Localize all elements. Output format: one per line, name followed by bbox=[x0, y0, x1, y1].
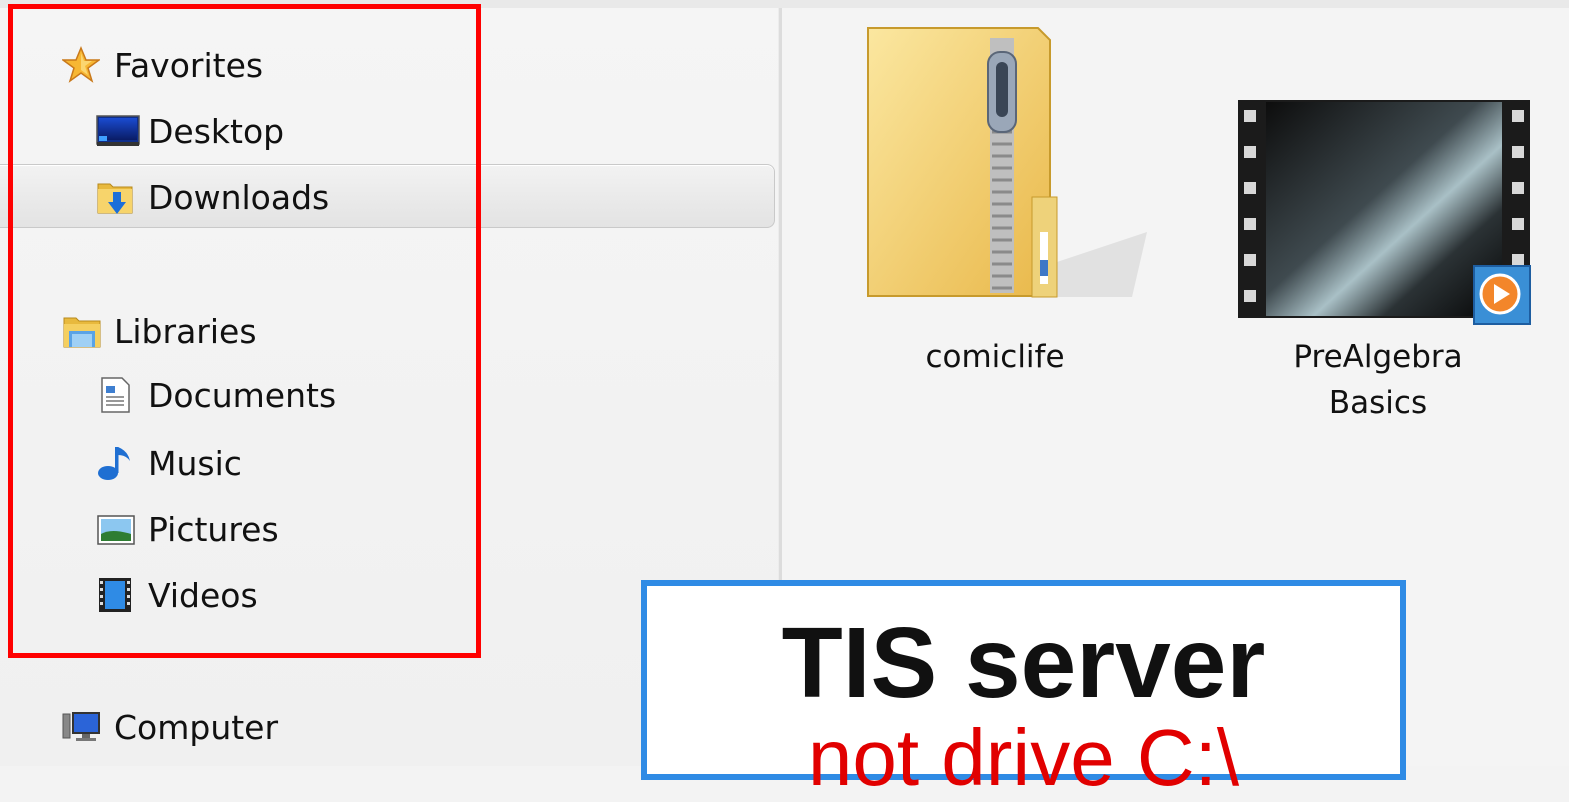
callout-subtitle: not drive C:\ bbox=[807, 713, 1240, 802]
highlight-box bbox=[8, 4, 481, 658]
file-prealgebra-basics-label-line2: Basics bbox=[1328, 385, 1428, 421]
video-thumbnail-icon bbox=[1238, 100, 1531, 325]
nav-computer-label: Computer bbox=[114, 707, 279, 747]
file-prealgebra-basics[interactable] bbox=[1238, 100, 1533, 330]
file-comiclife[interactable] bbox=[862, 22, 1147, 302]
file-comiclife-label: comiclife bbox=[925, 339, 1065, 375]
computer-icon bbox=[62, 708, 100, 746]
zip-folder-icon bbox=[867, 27, 1147, 298]
callout-box: TIS server not drive C:\ bbox=[641, 580, 1406, 798]
callout-title: TIS server bbox=[781, 607, 1266, 719]
file-prealgebra-basics-label-line1: PreAlgebra bbox=[1293, 339, 1463, 375]
nav-computer[interactable]: Computer bbox=[62, 696, 278, 758]
file-prealgebra-basics-label: PreAlgebra Basics bbox=[1248, 334, 1508, 426]
